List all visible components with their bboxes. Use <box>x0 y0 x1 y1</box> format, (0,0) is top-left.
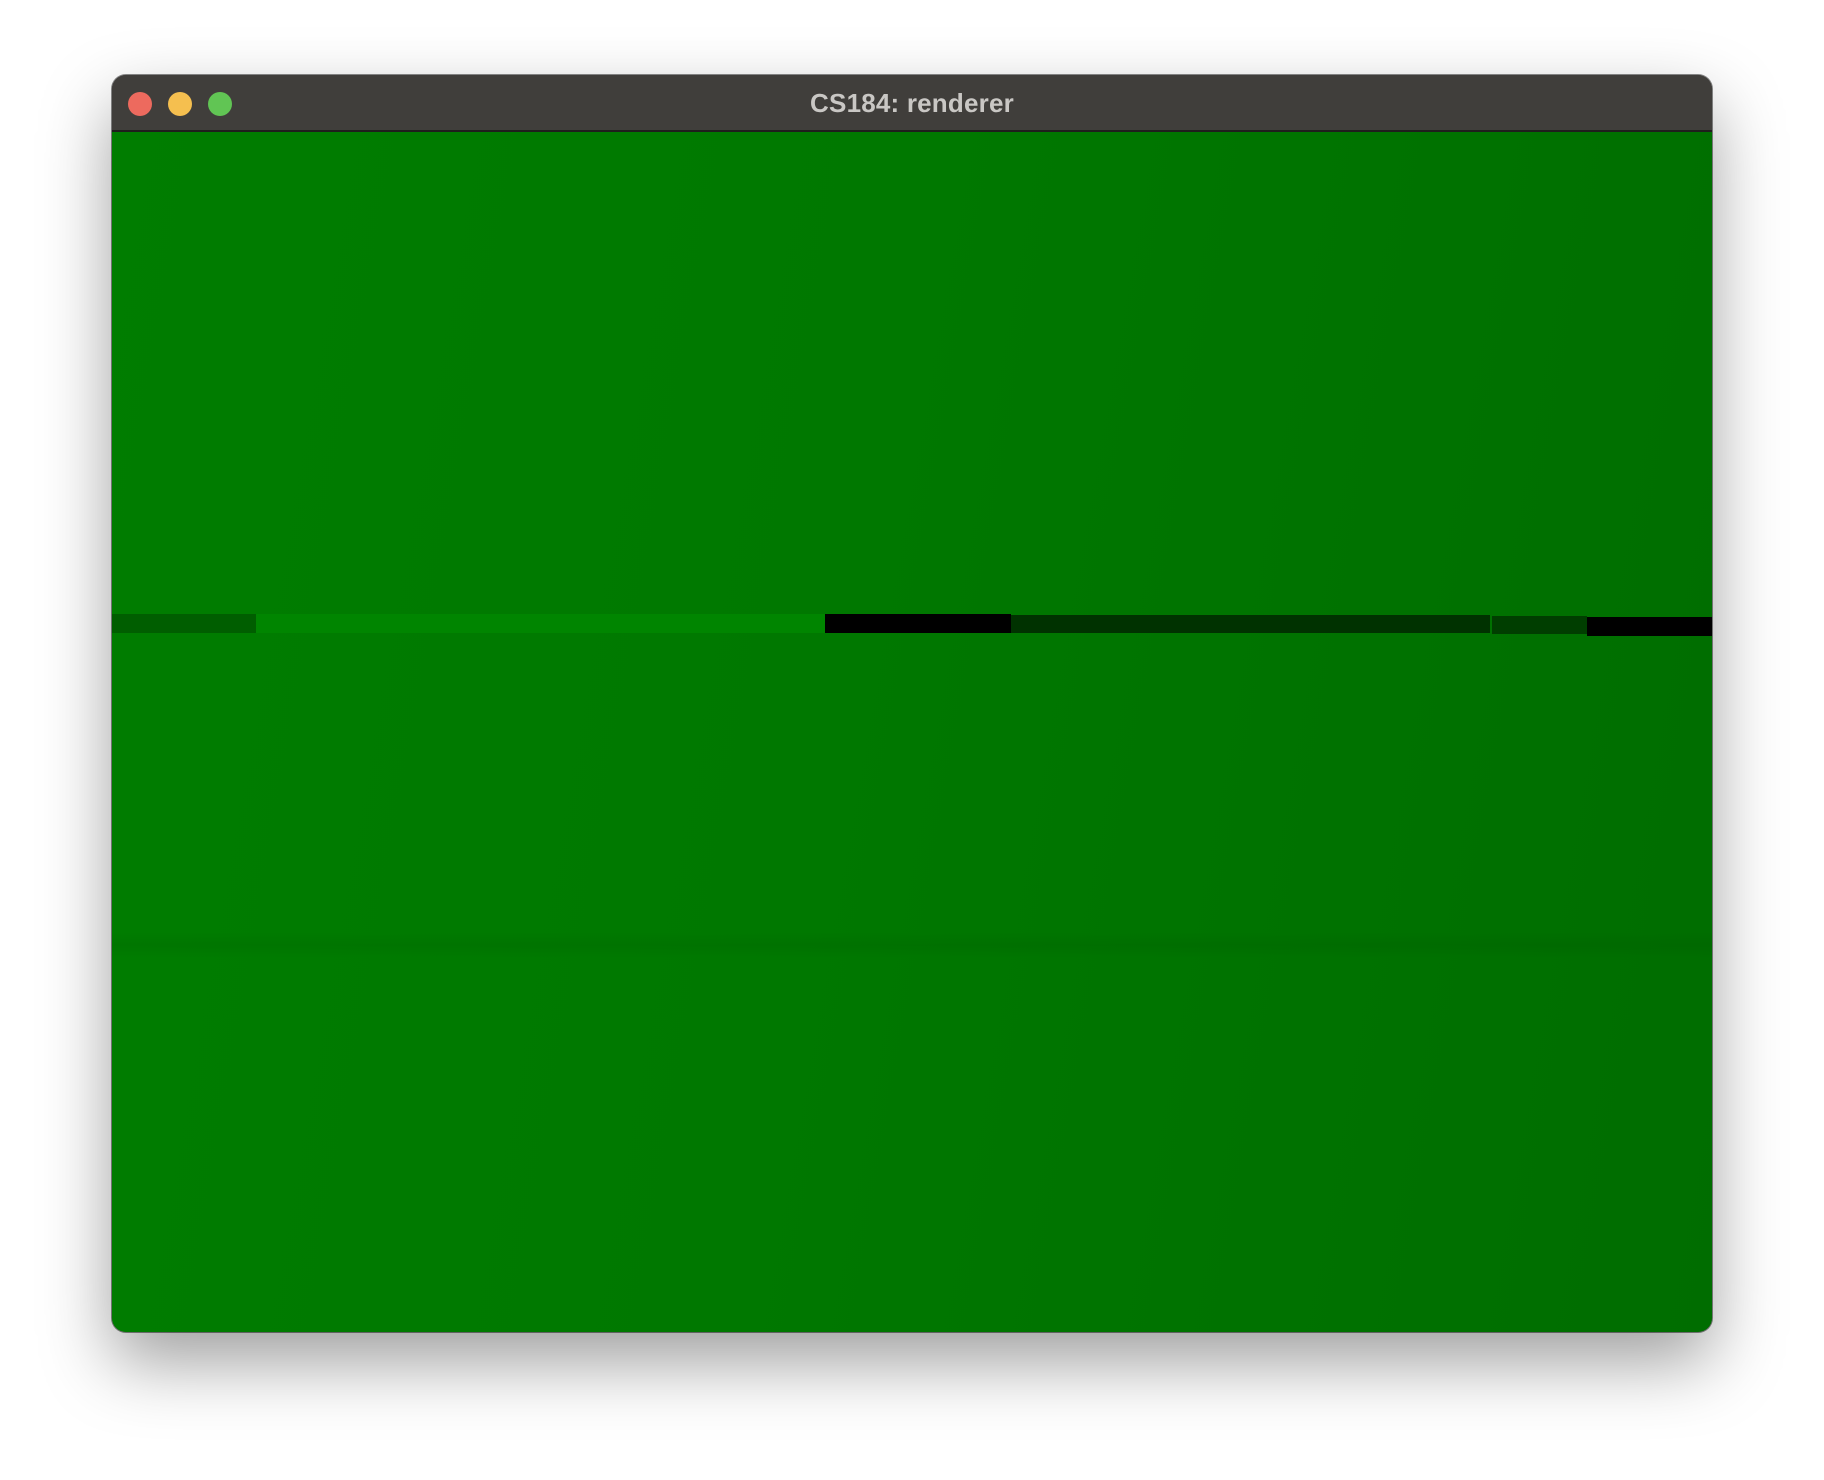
stripe-segment-deep-green <box>1011 615 1490 633</box>
stripe-segment-bright-green <box>256 614 825 633</box>
stripe-segment-black-right <box>1587 617 1712 636</box>
renderer-window: CS184: renderer <box>112 75 1712 1332</box>
seam-line <box>112 932 1712 958</box>
render-viewport[interactable] <box>112 132 1712 1332</box>
stripe-segment-dark-left <box>112 614 256 633</box>
title-bar[interactable]: CS184: renderer <box>112 75 1712 132</box>
stripe-segment-mid-dark-green <box>1492 616 1587 634</box>
stripe-segment-black <box>825 614 1011 633</box>
window-title: CS184: renderer <box>810 88 1014 118</box>
